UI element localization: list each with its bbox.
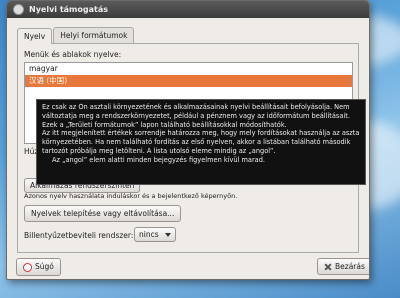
help-button[interactable]: Súgó	[16, 258, 61, 276]
close-label: Bezárás	[335, 262, 365, 271]
input-method-label: Billentyűzetbeviteli rendszer:	[24, 231, 134, 240]
language-tooltip: Ez csak az Ön asztali környezetének és a…	[36, 99, 366, 185]
language-list-label: Menük és ablakok nyelve:	[24, 50, 122, 59]
tooltip-line: Ezek a „Területi formátumok” lapon talál…	[42, 120, 287, 129]
chevron-down-icon	[164, 233, 171, 237]
tooltip-line: tartozót próbálja meg letölteni. A lista…	[42, 146, 276, 155]
list-item[interactable]: magyar	[25, 63, 352, 75]
apply-note: Azonos nyelv használata induláskor és a …	[24, 192, 238, 200]
close-icon	[324, 263, 332, 271]
tooltip-line: környezetében. Ha nem található fordítás…	[42, 138, 351, 147]
input-method-value: nincs	[139, 230, 159, 239]
window-menu-icon[interactable]	[13, 4, 24, 15]
tab-bar: Nyelv Helyi formátumok	[17, 27, 135, 44]
close-button[interactable]: Bezárás	[317, 258, 369, 275]
tooltip-line: Az „angol” elem alatti minden bejegyzés …	[52, 155, 266, 164]
tab-language[interactable]: Nyelv	[17, 28, 53, 44]
input-method-select[interactable]: nincs	[134, 227, 176, 242]
tooltip-line: változtatja meg a rendszerkörnyezetet, p…	[42, 111, 350, 120]
list-item-selected[interactable]: 汉语 (中国)	[25, 75, 352, 87]
install-remove-languages-button[interactable]: Nyelvek telepítése vagy eltávolítása...	[24, 205, 182, 222]
tooltip-line: Az itt megjelenített értékek sorrendje h…	[42, 129, 360, 138]
button-bar: Súgó Bezárás	[7, 256, 369, 278]
help-label: Súgó	[35, 262, 54, 271]
help-icon	[23, 262, 32, 272]
tooltip-line: Ez csak az Ön asztali környezetének és a…	[42, 103, 350, 111]
tab-regional-formats[interactable]: Helyi formátumok	[53, 27, 135, 43]
window-title: Nyelvi támogatás	[29, 5, 108, 14]
window-titlebar[interactable]: Nyelvi támogatás	[7, 1, 369, 18]
